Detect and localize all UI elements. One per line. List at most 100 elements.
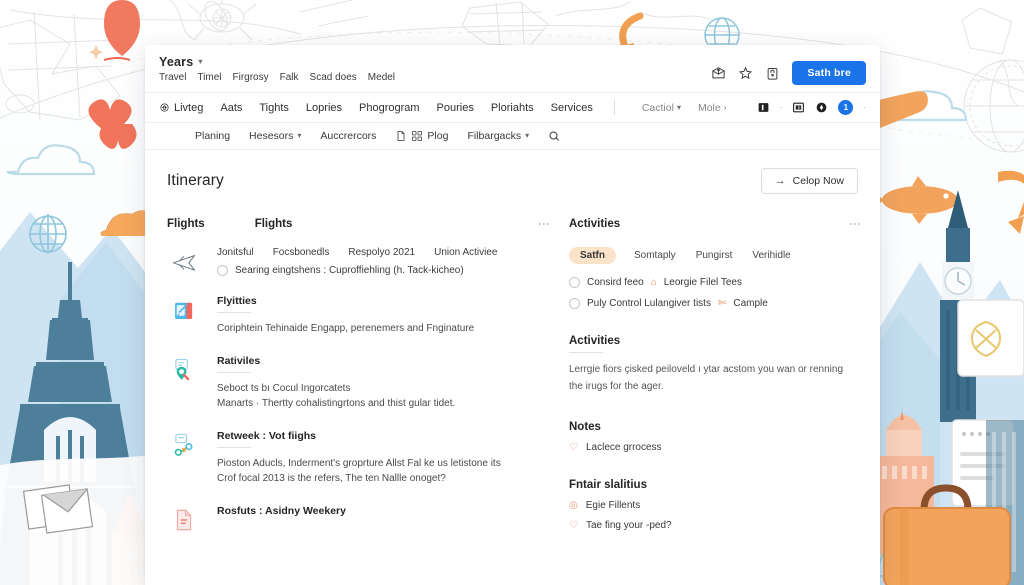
nav-item-label: Livteg [174, 101, 204, 114]
activities-tabs: Satfn Somtaply Pungirst Verihidle [569, 247, 858, 264]
list-item-body: Flyitties Coriphtein Tehinaide Engapp, p… [217, 295, 547, 336]
profile-name: Years [159, 55, 194, 69]
note-item[interactable]: ♡ Tae fing your -ped? [569, 520, 858, 531]
radio-button[interactable] [569, 298, 580, 309]
notification-badge[interactable]: 1 [838, 100, 854, 115]
arrow-right-icon: → [774, 175, 786, 187]
lock-icon[interactable] [765, 66, 780, 81]
tool-auccrercors[interactable]: Auccrercors [320, 130, 376, 142]
tool-label: Hesesors [249, 130, 294, 142]
activity-option-sublabel: Cample [733, 298, 768, 309]
section-title: Fntair slalitius [569, 479, 647, 491]
library-icon[interactable] [792, 101, 805, 114]
flight-chip-row: Jonitsful Focsbonedls Respolyo 2021 Unio… [217, 247, 547, 258]
flight-chip[interactable]: Jonitsful [217, 247, 254, 258]
circle-icon[interactable] [815, 101, 828, 114]
browser-titlebar: Years ▾ Travel Timel Firgrosy Falk Scad … [145, 45, 880, 93]
search-icon [549, 131, 559, 141]
home-icon [160, 103, 169, 112]
tool-filbargacks[interactable]: Filbargacks ▾ [467, 130, 529, 142]
flight-chip[interactable]: Respolyo 2021 [348, 247, 415, 258]
airplane-icon [167, 247, 201, 276]
list-item[interactable]: Flyitties Coriphtein Tehinaide Engapp, p… [167, 295, 547, 336]
list-item[interactable]: Jonitsful Focsbonedls Respolyo 2021 Unio… [167, 247, 547, 276]
flight-chip[interactable]: Focsbonedls [273, 247, 330, 258]
share-box-icon[interactable] [711, 66, 726, 81]
nav-item-tights[interactable]: Tights [259, 102, 289, 114]
activity-option[interactable]: Puly Control Lulangiver tists ✄ Cample [569, 298, 858, 309]
heart-icon: ♡ [569, 441, 578, 453]
tool-planing[interactable]: Planing [195, 130, 230, 142]
activities-more-options-icon[interactable]: ⋮ [848, 218, 862, 230]
browser-window: Years ▾ Travel Timel Firgrosy Falk Scad … [145, 45, 880, 585]
nav-dot-separator: · [779, 103, 783, 112]
tab-pungirst[interactable]: Pungirst [694, 247, 735, 264]
nav-item-cactiol[interactable]: Cactiol ▾ [642, 102, 681, 114]
flight-radio-option[interactable]: Searing eingtshens : Cuproffiehling (h. … [217, 265, 547, 276]
celop-now-label: Celop Now [792, 175, 844, 187]
nav-item-mole[interactable]: Mole › [698, 102, 726, 114]
notebook-icon [167, 295, 201, 336]
chevron-down-icon: ▾ [297, 131, 302, 140]
flights-header-labels: Flights Flights [167, 218, 292, 230]
tab-verihidle[interactable]: Verihidle [750, 247, 792, 264]
nav-muted-label: Cactiol [641, 101, 674, 114]
tab-somtaply[interactable]: Somtaply [632, 247, 678, 264]
nav-item-aats[interactable]: Aats [220, 102, 242, 114]
page-header: Itinerary → Celop Now [167, 168, 858, 194]
bookmark-item[interactable]: Scad does [310, 72, 357, 83]
note-label: Tae fing your -ped? [585, 520, 672, 531]
note-label: Laclece grrocess [585, 442, 662, 453]
tool-hesesors[interactable]: Hesesors ▾ [249, 130, 301, 142]
flights-more-options-icon[interactable]: ⋮ [537, 218, 551, 230]
nav-item-services[interactable]: Services [551, 102, 593, 114]
target-icon: ◎ [569, 499, 578, 511]
chevron-down-icon: ▾ [198, 57, 203, 66]
divider [217, 312, 251, 313]
list-item[interactable]: Retweek : Vot fiighs Pioston Aducls, Ind… [167, 430, 547, 486]
profile-switcher[interactable]: Years ▾ [159, 55, 395, 69]
bookmark-item[interactable]: Falk [280, 72, 299, 83]
app-navigation: Livteg Aats Tights Lopries Phogrogram Po… [145, 93, 880, 123]
flight-chip[interactable]: Union Activiee [434, 247, 497, 258]
titlebar-left: Years ▾ Travel Timel Firgrosy Falk Scad … [159, 55, 395, 83]
page-title: Itinerary [167, 172, 224, 189]
signin-button[interactable]: Sath bre [792, 61, 866, 85]
content-columns: Flights Flights ⋮ Jonitsful Focsbonedls … [167, 218, 862, 552]
list-item-body: Retweek : Vot fiighs Pioston Aducls, Ind… [217, 430, 547, 486]
list-item[interactable]: Rosfuts : Asidny Weekery [167, 505, 547, 533]
tool-plog[interactable]: Plog [395, 130, 448, 142]
document-icon [398, 131, 405, 141]
list-item-body: Rosfuts : Asidny Weekery [217, 505, 547, 533]
radio-button[interactable] [569, 277, 580, 288]
bookmark-item[interactable]: Firgrosy [233, 72, 269, 83]
star-icon[interactable] [738, 66, 753, 81]
flights-column: Flights Flights ⋮ Jonitsful Focsbonedls … [167, 218, 551, 552]
list-item[interactable]: Rativiles Seboct ts bı Cocul Ingorcatets… [167, 355, 547, 411]
activities-column: Activities ⋮ Satfn Somtaply Pungirst Ver… [569, 218, 862, 552]
note-item[interactable]: ◎ Egie Fillents [569, 500, 858, 511]
bookmark-item[interactable]: Medel [368, 72, 395, 83]
nav-item-phogrogram[interactable]: Phogrogram [359, 102, 420, 114]
bookmark-item[interactable]: Travel [159, 72, 186, 83]
search-pin-icon [167, 355, 201, 411]
note-item[interactable]: ♡ Laclece grrocess [569, 442, 858, 453]
panel-icon[interactable] [757, 101, 770, 114]
activity-option[interactable]: Consird feeo ⌂ Leorgie Filel Tees [569, 277, 858, 288]
radio-label: Searing eingtshens : Cuproffiehling (h. … [235, 265, 464, 276]
celop-now-button[interactable]: → Celop Now [760, 168, 858, 194]
divider [217, 372, 251, 373]
radio-button[interactable] [217, 265, 228, 276]
nav-item-home[interactable]: Livteg [159, 102, 203, 114]
app-nav-actions: · 1 · [757, 100, 866, 115]
activities-title: Activities [569, 218, 621, 230]
tool-label: Filbargacks [467, 130, 522, 142]
nav-item-ploriahts[interactable]: Ploriahts [491, 102, 534, 114]
link-nodes-icon [167, 430, 201, 486]
bookmark-item[interactable]: Timel [197, 72, 221, 83]
tab-satfn[interactable]: Satfn [569, 247, 616, 264]
note-label: Egie Fillents [585, 500, 641, 511]
search-button[interactable] [548, 130, 560, 142]
nav-item-pouries[interactable]: Pouries [437, 102, 474, 114]
nav-item-lopries[interactable]: Lopries [306, 102, 342, 114]
